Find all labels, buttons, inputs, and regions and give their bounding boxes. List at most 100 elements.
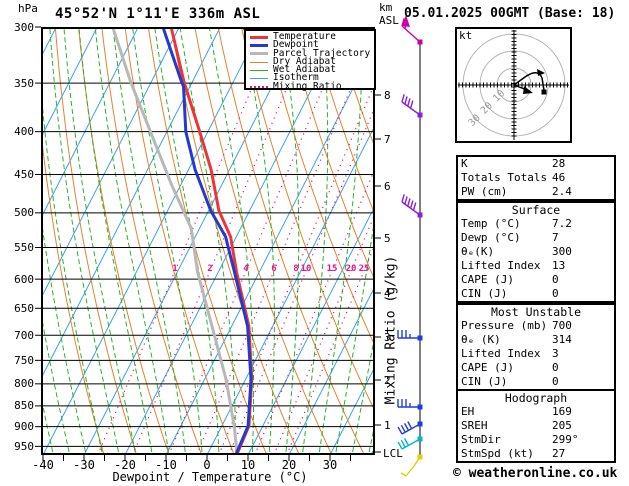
panel-row-label: Totals Totals bbox=[461, 171, 548, 184]
panel-row-label: EH bbox=[461, 405, 475, 418]
barb-level-marker bbox=[417, 39, 423, 45]
temp-tick-label: -30 bbox=[73, 458, 95, 472]
pressure-tick-label: 500 bbox=[14, 206, 34, 220]
panel-row: θₑ (K) 314 bbox=[458, 333, 614, 347]
legend-swatch-temperature bbox=[250, 35, 268, 39]
panel-row-value: 0 bbox=[552, 273, 559, 286]
page-title: 45°52'N 1°11'E 336m ASL bbox=[55, 6, 261, 22]
pressure-tick-label: 350 bbox=[14, 76, 34, 90]
panel-row-label: θₑ(K) bbox=[461, 245, 495, 258]
km-tick-label: 3 bbox=[384, 330, 391, 344]
legend-label: Mixing Ratio bbox=[273, 80, 342, 92]
temp-tick-label: 30 bbox=[322, 458, 338, 472]
wind-barb bbox=[397, 421, 423, 435]
panel-row-label: CAPE (J) bbox=[461, 273, 514, 286]
mixing-ratio-value-label: 2 bbox=[207, 264, 213, 274]
legend: Temperature Dewpoint Parcel Trajectory Dry … bbox=[244, 29, 376, 92]
panel-row-value: 314 bbox=[552, 333, 572, 346]
panel-row-label: Temp (°C) bbox=[461, 217, 521, 230]
barb-level-marker bbox=[417, 335, 423, 341]
panel-row-label: CAPE (J) bbox=[461, 361, 514, 374]
temp-tick-label: 0 bbox=[203, 458, 211, 472]
legend-swatch-wet-adiabat bbox=[250, 69, 268, 71]
panel-row-label: StmDir bbox=[461, 433, 501, 446]
panel-most-unstable: Most Unstable Pressure (mb) 700 θₑ (K) 314 Li… bbox=[456, 303, 616, 391]
temp-tick-label: -10 bbox=[155, 458, 177, 472]
mixing-ratio-value-label: 20 bbox=[345, 264, 357, 274]
panel-row: StmSpd (kt) 27 bbox=[458, 447, 614, 461]
panel-row-label: CIN (J) bbox=[461, 375, 508, 388]
panel-row-label: θₑ (K) bbox=[461, 333, 501, 346]
panel-header: Surface bbox=[511, 203, 561, 217]
km-tick-label: 7 bbox=[384, 132, 391, 146]
temp-tick-label: -40 bbox=[32, 458, 54, 472]
wind-barb-column bbox=[397, 15, 423, 477]
panel-row-value: 27 bbox=[552, 447, 566, 460]
pressure-tick-label: 700 bbox=[14, 328, 34, 342]
panel-indices: K 28 Totals Totals 46 PW (cm) 2.4 bbox=[456, 155, 616, 201]
barb-level-marker bbox=[417, 436, 423, 442]
panel-header: Most Unstable bbox=[490, 305, 581, 319]
panel-row: Lifted Index 13 bbox=[458, 259, 614, 273]
hodograph: 102030 bbox=[455, 27, 572, 143]
panel-row-label: Lifted Index bbox=[461, 259, 541, 272]
date-label: 05.01.2025 00GMT (Base: 18) bbox=[404, 6, 616, 21]
barb-level-marker bbox=[417, 212, 423, 218]
pressure-tick-label: 800 bbox=[14, 377, 34, 391]
barb-level-marker bbox=[417, 421, 423, 427]
mixing-ratio-value-label: 8 bbox=[293, 264, 299, 274]
panel-row-value: 300 bbox=[552, 245, 572, 258]
panel-row: Lifted Index 3 bbox=[458, 347, 614, 361]
panel-row-label: PW (cm) bbox=[461, 185, 508, 198]
panel-row: Pressure (mb) 700 bbox=[458, 319, 614, 333]
lcl-label: LCL bbox=[383, 447, 403, 460]
legend-swatch-isotherm bbox=[250, 78, 268, 80]
panel-row-value: 0 bbox=[552, 361, 559, 374]
pressure-tick-label: 400 bbox=[14, 125, 34, 139]
km-tick-label: 2 bbox=[384, 373, 391, 387]
wind-barb bbox=[400, 454, 423, 477]
pressure-tick-label: 550 bbox=[14, 241, 34, 254]
mixing-ratio-value-label: 1 bbox=[172, 264, 178, 274]
temp-tick-label: 10 bbox=[240, 458, 256, 472]
panel-row: CIN (J) 0 bbox=[458, 287, 614, 301]
wind-barb bbox=[397, 399, 423, 410]
mixing-ratio-value-label: 25 bbox=[358, 264, 370, 274]
temp-tick-label: -20 bbox=[114, 458, 136, 472]
mixing-ratio-value-label: 6 bbox=[271, 264, 277, 274]
panel-row-label: Dewp (°C) bbox=[461, 231, 521, 244]
wind-barb bbox=[401, 194, 423, 218]
footer-credit: © weatheronline.co.uk bbox=[453, 466, 618, 481]
km-tick-label: 8 bbox=[384, 88, 391, 102]
mixing-ratio-value-label: 4 bbox=[243, 264, 249, 274]
panel-row: CAPE (J) 0 bbox=[458, 361, 614, 375]
pressure-tick-label: 950 bbox=[14, 439, 34, 453]
panel-row-value: 7.2 bbox=[552, 217, 572, 230]
pressure-tick-label: 750 bbox=[14, 353, 34, 367]
panel-row-value: 299° bbox=[552, 433, 579, 446]
pressure-tick-label: 850 bbox=[14, 399, 34, 413]
panel-row-value: 205 bbox=[552, 419, 572, 432]
panel-row-value: 0 bbox=[552, 375, 559, 388]
mixing-ratio-value-label: 15 bbox=[326, 264, 338, 274]
barb-level-marker bbox=[417, 454, 423, 460]
km-tick-label: 5 bbox=[384, 231, 391, 245]
skewt-sounding-page: 10 20 30 hPa 45°52'N 1°11'E 336m ASL 05.01… bbox=[0, 0, 629, 486]
pressure-tick-label: 900 bbox=[14, 420, 34, 434]
pressure-tick-label: 600 bbox=[14, 272, 34, 286]
panel-row-value: 28 bbox=[552, 157, 566, 170]
panel-row-value: 700 bbox=[552, 319, 572, 332]
panel-row: CIN (J) 0 bbox=[458, 375, 614, 389]
panel-row: StmDir 299° bbox=[458, 433, 614, 447]
pressure-tick-label: 450 bbox=[14, 168, 34, 181]
legend-item: Mixing Ratio bbox=[250, 80, 374, 92]
height-unit-label: km ASL bbox=[379, 1, 399, 27]
panel-row-value: 7 bbox=[552, 231, 559, 244]
hodograph-unit-label: kt bbox=[459, 29, 473, 42]
panel-row-value: 2.4 bbox=[552, 185, 572, 198]
pressure-tick-label: 300 bbox=[14, 20, 34, 34]
panel-row-label: Lifted Index bbox=[461, 347, 541, 360]
panel-header: Hodograph bbox=[504, 391, 568, 405]
legend-swatch-dry-adiabat bbox=[250, 61, 268, 63]
panel-row: EH 169 bbox=[458, 405, 614, 419]
